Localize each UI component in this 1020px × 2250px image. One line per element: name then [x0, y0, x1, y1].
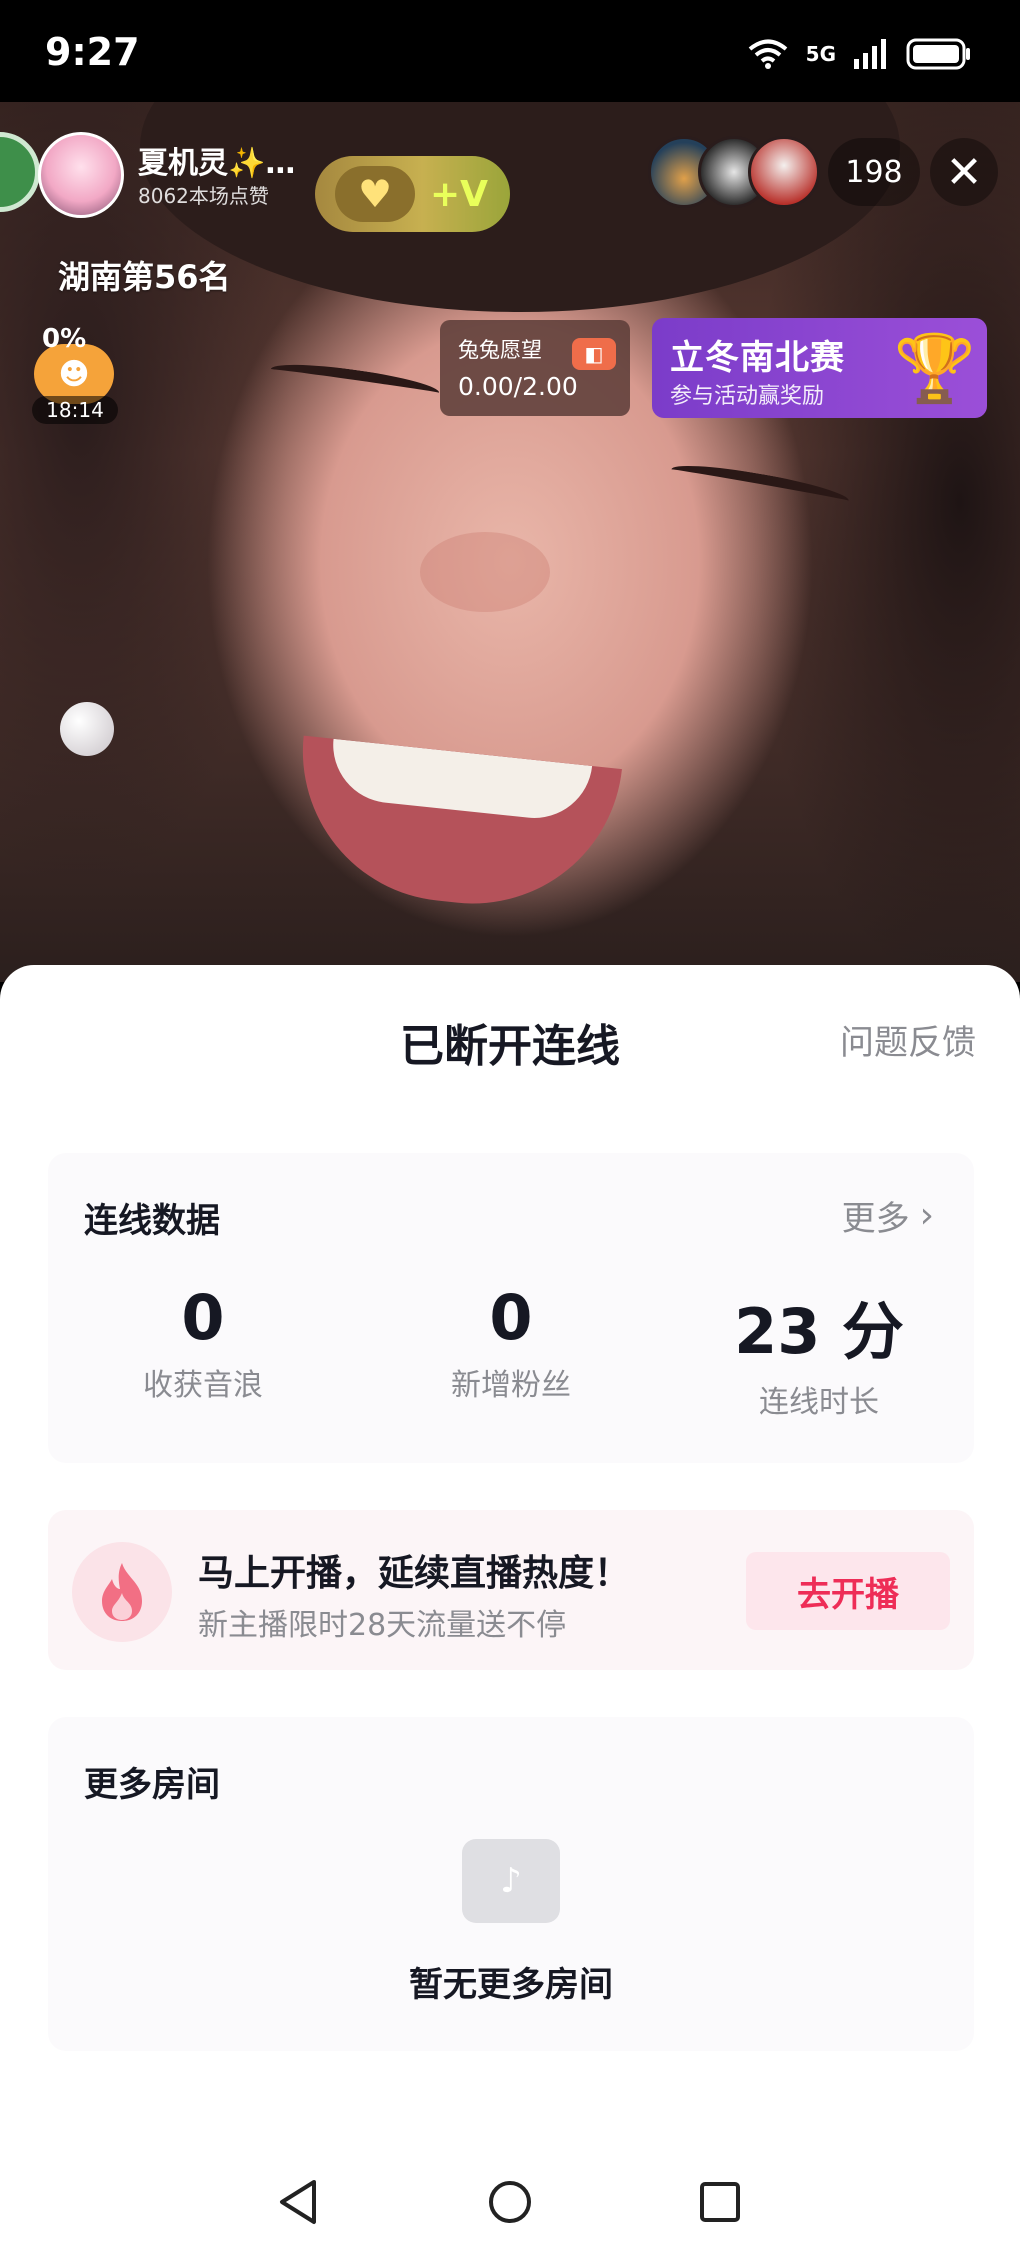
- timer-time: 18:14: [32, 396, 118, 424]
- home-button[interactable]: [480, 2172, 540, 2232]
- rooms-heading: 更多房间: [84, 1765, 220, 1805]
- stat-value: 0: [489, 1281, 533, 1354]
- rank-label[interactable]: 湖南第56名: [58, 252, 231, 298]
- status-time: 9:27: [45, 30, 140, 74]
- signal-icon: [854, 39, 886, 69]
- back-button[interactable]: [268, 2172, 328, 2232]
- chevron-right-icon: ›: [919, 1195, 934, 1236]
- disconnect-sheet: 已断开连线 问题反馈 连线数据 更多 › 0 收获音浪 0 新增粉丝 23 分 …: [0, 965, 1020, 2152]
- event-subtitle: 参与活动赢奖励: [670, 384, 825, 409]
- host-info[interactable]: 夏机灵✨… 8062本场点赞 ♥ +V: [0, 124, 520, 232]
- empty-rooms-text: 暂无更多房间: [409, 1965, 613, 2005]
- fire-icon: [72, 1542, 172, 1642]
- stat-item: 23 分 连线时长: [664, 1281, 974, 1421]
- stat-label: 连线时长: [759, 1385, 879, 1420]
- stat-value: 23 分: [734, 1295, 904, 1368]
- recents-button[interactable]: [690, 2172, 750, 2232]
- promo-subtitle: 新主播限时28天流量送不停: [198, 1608, 567, 1643]
- stat-item: 0 新增粉丝: [356, 1281, 666, 1404]
- more-rooms-card: 更多房间 ♪ 暂无更多房间: [48, 1717, 974, 2051]
- viewer-avatars[interactable]: [648, 136, 820, 208]
- live-video[interactable]: 夏机灵✨… 8062本场点赞 ♥ +V 198 ✕ 湖南第56名 ☻ 0% 18…: [0, 102, 1020, 982]
- network-type: 5G: [805, 42, 836, 66]
- plus-v-icon: +V: [429, 173, 489, 215]
- promo-title: 马上开播，延续直播热度！: [198, 1553, 631, 1594]
- feedback-link[interactable]: 问题反馈: [840, 1015, 976, 1064]
- wish-title: 兔兔愿望: [458, 338, 542, 362]
- stat-value: 0: [181, 1281, 225, 1354]
- wifi-icon: [748, 39, 787, 69]
- stats-heading: 连线数据: [84, 1201, 220, 1241]
- home-circle-icon: [489, 2181, 531, 2223]
- video-mouth: [288, 735, 622, 919]
- fan-club-badge[interactable]: ♥ +V: [315, 156, 510, 232]
- close-button[interactable]: ✕: [930, 138, 998, 206]
- side-circle-icon[interactable]: [0, 132, 40, 212]
- link-stats-card: 连线数据 更多 › 0 收获音浪 0 新增粉丝 23 分 连线时长: [48, 1153, 974, 1463]
- battery-icon: [906, 38, 970, 70]
- trophy-icon: 🏆: [893, 330, 977, 407]
- back-triangle-icon: [280, 2180, 316, 2224]
- recents-square-icon: [700, 2182, 740, 2222]
- heart-icon: ♥: [335, 166, 415, 222]
- viewer-avatar[interactable]: [748, 136, 820, 208]
- stat-label: 收获音浪: [143, 1368, 263, 1403]
- go-live-promo-card: 马上开播，延续直播热度！ 新主播限时28天流量送不停 去开播: [48, 1510, 974, 1670]
- stat-label: 新增粉丝: [451, 1368, 571, 1403]
- video-eye-left: [269, 358, 441, 404]
- navigation-bar: [0, 2152, 1020, 2250]
- stat-item: 0 收获音浪: [48, 1281, 358, 1404]
- wish-value: 0.00/2.00: [458, 372, 578, 401]
- empty-box-icon: ♪: [462, 1839, 560, 1923]
- host-likes: 8062本场点赞: [138, 184, 269, 208]
- gift-icon: ◧: [572, 338, 616, 370]
- host-name: 夏机灵✨…: [138, 146, 296, 181]
- more-label: 更多: [841, 1199, 910, 1239]
- video-eye-right: [669, 458, 851, 512]
- go-live-button[interactable]: 去开播: [746, 1552, 950, 1630]
- video-nose: [420, 532, 550, 612]
- event-title: 立冬南北赛: [670, 338, 845, 378]
- timer-widget[interactable]: ☻ 0% 18:14: [30, 324, 120, 424]
- viewer-count[interactable]: 198: [828, 138, 920, 206]
- event-banner[interactable]: 立冬南北赛 参与活动赢奖励 🏆: [652, 318, 987, 418]
- video-earring: [60, 702, 114, 756]
- host-avatar[interactable]: [38, 132, 124, 218]
- wish-card[interactable]: 兔兔愿望 0.00/2.00 ◧: [440, 320, 630, 416]
- status-bar: 9:27 5G: [0, 0, 1020, 102]
- timer-percent: 0%: [42, 324, 87, 354]
- close-icon: ✕: [945, 146, 983, 198]
- more-link[interactable]: 更多 ›: [842, 1191, 934, 1240]
- status-icons: 5G: [748, 38, 972, 70]
